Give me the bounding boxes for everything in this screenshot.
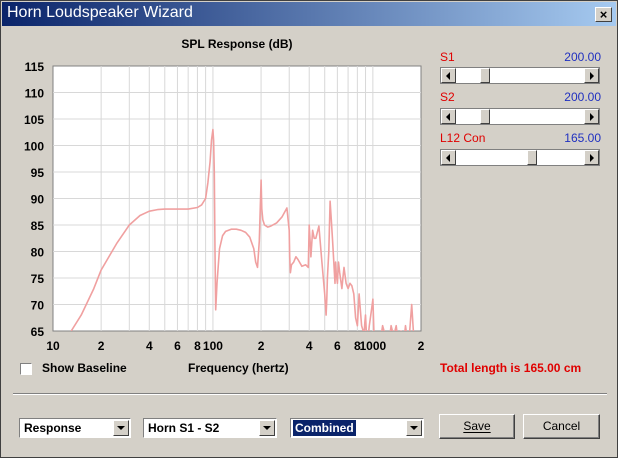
wizard-window: Horn Loudspeaker Wizard × SPL Response (… [0,0,618,458]
x-tick-label: 4 [306,339,313,351]
x-tick-label: 8 [194,339,201,351]
close-button[interactable]: × [595,7,612,22]
s2-slider[interactable] [440,108,600,125]
horn-select[interactable]: Horn S1 - S2 [143,418,277,438]
x-tick-label: 100 [203,339,223,351]
s1-slider-thumb[interactable] [479,68,490,83]
mode-select-dropdown-icon[interactable] [406,420,422,436]
show-baseline-label[interactable]: Show Baseline [42,361,127,375]
s1-value: 200.00 [564,50,601,64]
y-tick-label: 90 [31,193,45,207]
cancel-button-label: Cancel [542,419,581,433]
view-select[interactable]: Response [19,418,131,438]
horn-select-dropdown-icon[interactable] [259,420,275,436]
title-bar[interactable]: Horn Loudspeaker Wizard × [2,2,616,26]
l12-con-label: L12 Con [440,131,486,145]
y-tick-label: 85 [31,219,45,233]
s2-slider-left-arrow-icon[interactable] [441,109,456,124]
y-tick-label: 65 [31,325,45,339]
x-tick-label: 2 [418,339,425,351]
l12-con-slider[interactable] [440,149,600,166]
view-select-value: Response [24,421,82,435]
horn-select-value: Horn S1 - S2 [148,421,220,435]
x-axis-label: Frequency (hertz) [188,361,289,375]
l12-con-slider-thumb[interactable] [526,150,537,165]
y-tick-label: 110 [25,87,45,101]
l12-con-value: 165.00 [564,131,601,145]
chart-title: SPL Response (dB) [181,37,293,51]
x-tick-label: 10 [46,339,60,351]
s2-slider-right-arrow-icon[interactable] [584,109,599,124]
y-tick-label: 80 [31,246,45,260]
total-length-text: Total length is 165.00 cm [440,361,582,375]
y-tick-label: 95 [31,166,45,180]
s2-label: S2 [440,90,455,104]
mode-select[interactable]: Combined [290,418,424,438]
l12-con-slider-left-arrow-icon[interactable] [441,150,456,165]
y-tick-label: 115 [25,60,45,74]
cancel-button[interactable]: Cancel [523,414,600,439]
s2-value: 200.00 [564,90,601,104]
s1-slider-left-arrow-icon[interactable] [441,68,456,83]
divider [13,393,607,395]
y-tick-label: 70 [31,299,45,313]
x-tick-label: 6 [174,339,181,351]
l12-con-slider-right-arrow-icon[interactable] [584,150,599,165]
s1-slider-right-arrow-icon[interactable] [584,68,599,83]
y-tick-label: 75 [31,272,45,286]
s2-slider-thumb[interactable] [479,109,490,124]
save-button[interactable]: Save [439,414,515,439]
x-tick-label: 2 [98,339,105,351]
window-title: Horn Loudspeaker Wizard [7,4,193,21]
view-select-dropdown-icon[interactable] [113,420,129,436]
save-button-label: Save [463,419,491,433]
x-tick-label: 2 [258,339,265,351]
x-tick-label: 6 [334,339,341,351]
s1-label: S1 [440,50,455,64]
s1-slider[interactable] [440,67,600,84]
x-tick-label: 4 [146,339,153,351]
mode-select-value: Combined [293,420,356,436]
spl-response-chart: 6570758085909510010511011510 2 4 6 8 100 2 4 6 81… [24,60,425,351]
show-baseline-checkbox[interactable] [20,363,32,375]
y-tick-label: 100 [24,140,44,154]
x-tick-label: 1000 [360,339,387,351]
y-tick-label: 105 [24,113,44,127]
